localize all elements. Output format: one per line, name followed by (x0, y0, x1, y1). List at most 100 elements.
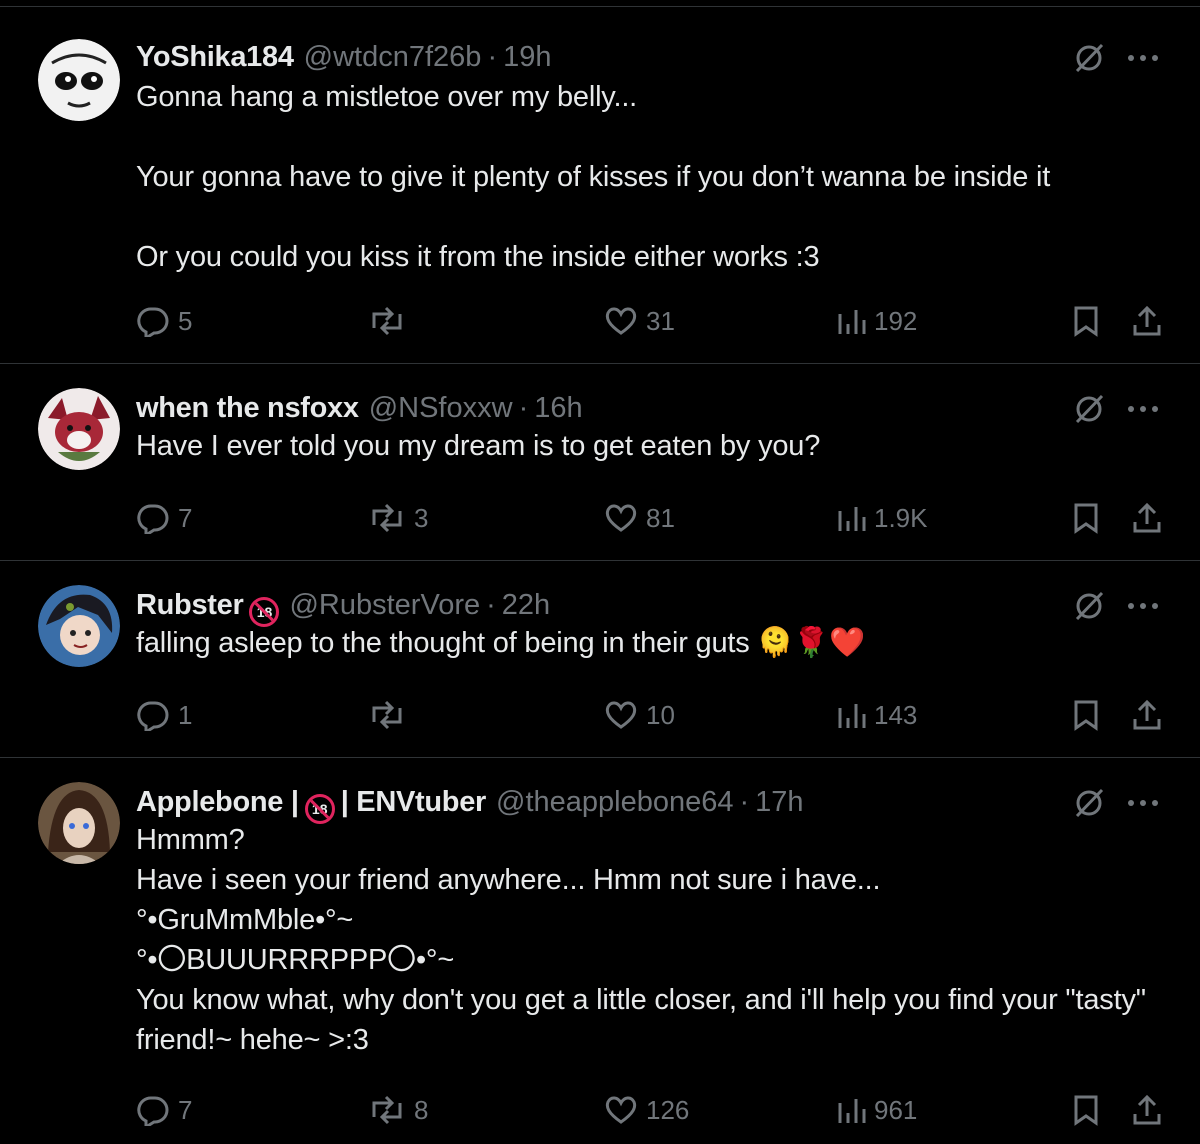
avatar[interactable] (38, 388, 120, 470)
repost-count: 8 (414, 1094, 429, 1125)
share-icon (1132, 502, 1162, 534)
timeline-feed: YoShika184 @wtdcn7f26b · 19h Gonna hang … (0, 0, 1200, 1144)
views-count: 192 (874, 305, 918, 336)
repost-icon (368, 306, 406, 336)
like-count: 81 (646, 502, 675, 533)
more-icon[interactable] (1126, 798, 1160, 808)
views-button[interactable]: 192 (836, 306, 917, 337)
post-1[interactable]: YoShika184 @wtdcn7f26b · 19h Gonna hang … (0, 6, 1200, 363)
reply-button[interactable]: 1 (136, 699, 192, 731)
display-name[interactable]: Rubster (136, 587, 244, 623)
post-top-actions (1072, 392, 1160, 426)
bookmark-icon (1072, 1094, 1100, 1126)
separator: · (487, 41, 498, 73)
display-name-suffix[interactable]: | ENVtuber (341, 784, 487, 820)
reply-icon (136, 699, 170, 731)
timestamp[interactable]: 19h (503, 39, 551, 75)
views-icon (836, 700, 866, 730)
post-top-actions (1072, 589, 1160, 623)
handle[interactable]: @RubsterVore (289, 587, 480, 623)
more-icon[interactable] (1126, 53, 1160, 63)
display-name[interactable]: Applebone | (136, 784, 299, 820)
views-button[interactable]: 961 (836, 1095, 917, 1126)
grok-icon[interactable] (1072, 41, 1106, 75)
views-icon (836, 503, 866, 533)
like-button[interactable]: 126 (604, 1095, 689, 1126)
views-count: 143 (874, 699, 918, 730)
views-icon (836, 1095, 866, 1125)
bookmark-button[interactable] (1072, 305, 1100, 337)
action-bar: 7 8 126 961 (136, 1090, 1162, 1130)
handle[interactable]: @NSfoxxw (369, 390, 513, 426)
reply-count: 5 (178, 305, 193, 336)
bookmark-button[interactable] (1072, 699, 1100, 731)
like-count: 31 (646, 305, 675, 336)
reply-button[interactable]: 7 (136, 1094, 192, 1126)
like-button[interactable]: 10 (604, 700, 675, 731)
avatar[interactable] (38, 585, 120, 667)
views-count: 961 (874, 1094, 918, 1125)
like-icon (604, 700, 638, 730)
display-name[interactable]: YoShika184 (136, 39, 294, 75)
views-button[interactable]: 1.9K (836, 503, 928, 534)
reply-button[interactable]: 5 (136, 305, 192, 337)
repost-count: 3 (414, 502, 429, 533)
reply-count: 1 (178, 699, 193, 730)
like-count: 10 (646, 699, 675, 730)
views-count: 1.9K (874, 502, 928, 533)
action-bar: 7 3 81 1.9K (136, 498, 1162, 538)
repost-button[interactable] (368, 700, 414, 730)
share-icon (1132, 699, 1162, 731)
share-icon (1132, 305, 1162, 337)
more-icon[interactable] (1126, 601, 1160, 611)
post-header: Rubster 18 @RubsterVore · 22h (136, 587, 1160, 627)
grok-icon[interactable] (1072, 786, 1106, 820)
grok-icon[interactable] (1072, 392, 1106, 426)
post-top-actions (1072, 41, 1160, 75)
share-button[interactable] (1132, 502, 1162, 534)
post-header: YoShika184 @wtdcn7f26b · 19h (136, 39, 1160, 79)
repost-icon (368, 1095, 406, 1125)
like-icon (604, 306, 638, 336)
repost-button[interactable] (368, 306, 414, 336)
like-icon (604, 1095, 638, 1125)
reply-button[interactable]: 7 (136, 502, 192, 534)
age-18-badge: 18 (249, 597, 280, 627)
share-button[interactable] (1132, 1094, 1162, 1126)
reply-count: 7 (178, 502, 193, 533)
bookmark-button[interactable] (1072, 1094, 1100, 1126)
separator: · (518, 392, 529, 424)
share-button[interactable] (1132, 305, 1162, 337)
more-icon[interactable] (1126, 404, 1160, 414)
like-button[interactable]: 81 (604, 503, 675, 534)
repost-button[interactable]: 3 (368, 503, 428, 534)
avatar[interactable] (38, 39, 120, 121)
post-4[interactable]: Applebone | 18 | ENVtuber @theapplebone6… (0, 757, 1200, 1144)
timestamp[interactable]: 16h (534, 390, 582, 426)
reply-icon (136, 1094, 170, 1126)
repost-button[interactable]: 8 (368, 1095, 428, 1126)
post-text: falling asleep to the thought of being i… (136, 627, 866, 659)
handle[interactable]: @wtdcn7f26b (304, 39, 482, 75)
like-button[interactable]: 31 (604, 306, 675, 337)
bookmark-icon (1072, 305, 1100, 337)
repost-icon (368, 700, 406, 730)
timestamp[interactable]: 17h (755, 784, 803, 820)
share-button[interactable] (1132, 699, 1162, 731)
reply-icon (136, 305, 170, 337)
handle[interactable]: @theapplebone64 (496, 784, 733, 820)
post-3[interactable]: Rubster 18 @RubsterVore · 22h falling as… (0, 560, 1200, 757)
bookmark-button[interactable] (1072, 502, 1100, 534)
reply-icon (136, 502, 170, 534)
timestamp[interactable]: 22h (502, 587, 550, 623)
avatar[interactable] (38, 782, 120, 864)
post-top-actions (1072, 786, 1160, 820)
post-text: Have I ever told you my dream is to get … (136, 430, 821, 462)
like-count: 126 (646, 1094, 690, 1125)
views-button[interactable]: 143 (836, 700, 917, 731)
display-name[interactable]: when the nsfoxx (136, 390, 359, 426)
grok-icon[interactable] (1072, 589, 1106, 623)
separator: · (486, 589, 496, 621)
post-2[interactable]: when the nsfoxx @NSfoxxw · 16h Have I ev… (0, 363, 1200, 560)
age-18-badge: 18 (304, 794, 335, 824)
